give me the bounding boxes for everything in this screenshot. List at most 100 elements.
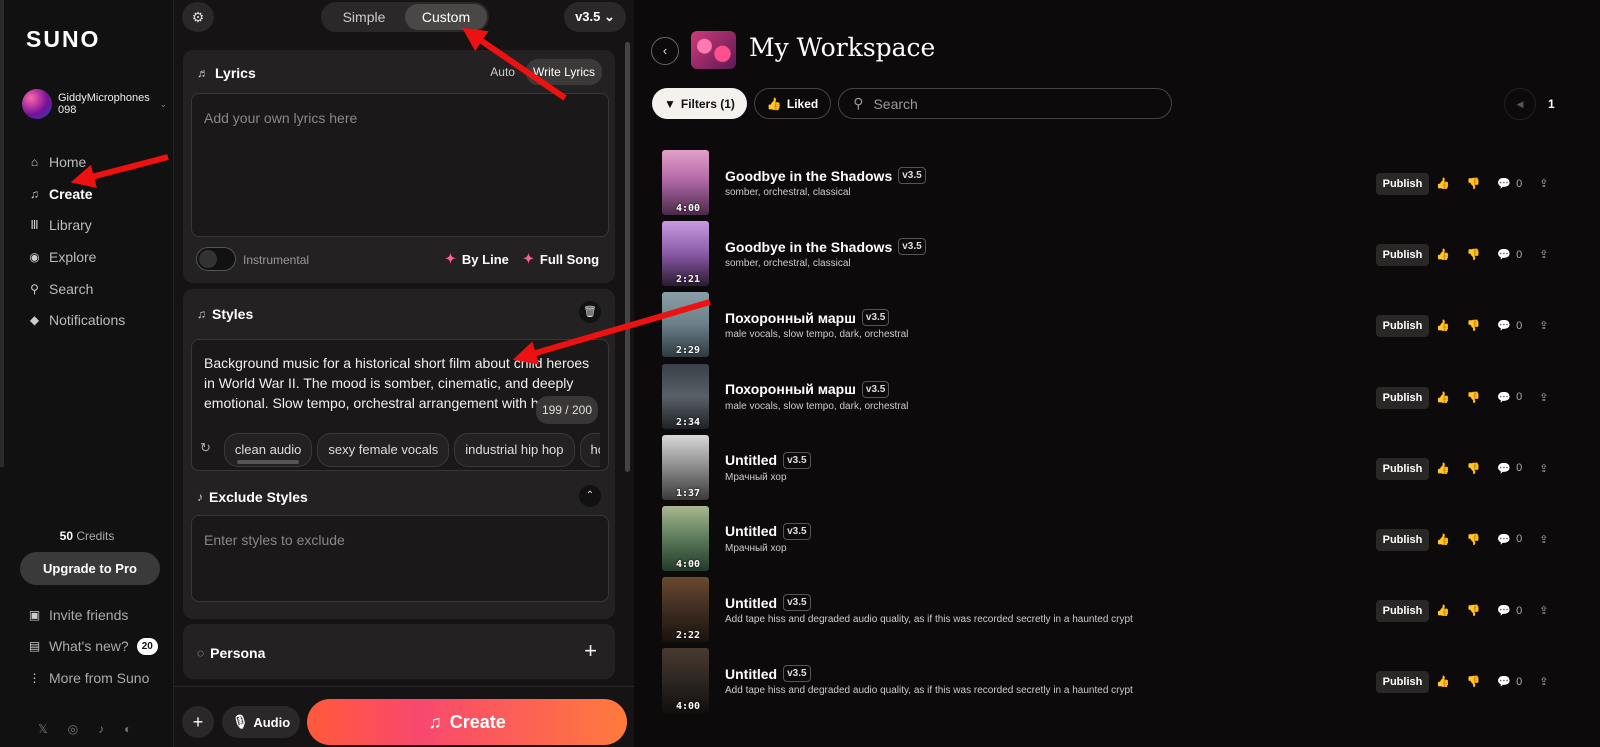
song-cover[interactable]: 4:00 xyxy=(662,150,709,215)
share-icon[interactable]: ⇪ xyxy=(1539,248,1548,261)
song-title[interactable]: Untitled xyxy=(725,523,777,539)
exclude-styles-input[interactable]: Enter styles to exclude xyxy=(191,515,609,602)
song-cover[interactable]: 2:29 xyxy=(662,292,709,358)
thumbs-down-icon[interactable]: 👎 xyxy=(1467,675,1481,688)
thumbs-down-icon[interactable]: 👎 xyxy=(1467,462,1481,475)
thumbs-up-icon[interactable]: 👍 xyxy=(1436,391,1450,404)
instagram-icon[interactable]: ◎ xyxy=(68,722,78,736)
audio-button[interactable]: 🎙 Audio xyxy=(222,706,300,738)
tiktok-icon[interactable]: ♪ xyxy=(98,722,104,736)
publish-button[interactable]: Publish xyxy=(1376,244,1429,267)
publish-button[interactable]: Publish xyxy=(1376,386,1429,409)
comment-icon[interactable]: 💬 xyxy=(1497,391,1511,404)
song-row[interactable]: 2:22 Untitled v3.5 Add tape hiss and degrad… xyxy=(662,577,1600,648)
song-tags[interactable]: somber, orchestral, classical xyxy=(725,187,851,198)
song-cover[interactable]: 4:00 xyxy=(662,648,709,714)
thumbs-up-icon[interactable]: 👍 xyxy=(1436,604,1450,617)
song-cover[interactable]: 2:34 xyxy=(662,363,709,429)
collapse-exclude-button[interactable]: ⌃ xyxy=(579,485,601,507)
tab-auto[interactable]: Auto xyxy=(483,59,522,85)
song-title[interactable]: Untitled xyxy=(725,595,777,611)
thumbs-down-icon[interactable]: 👎 xyxy=(1467,248,1481,261)
comment-icon[interactable]: 💬 xyxy=(1497,462,1511,475)
comment-icon[interactable]: 💬 xyxy=(1497,533,1511,546)
back-button[interactable]: ‹ xyxy=(651,37,679,65)
song-title[interactable]: Goodbye in the Shadows xyxy=(725,168,892,184)
publish-button[interactable]: Publish xyxy=(1376,671,1429,694)
publish-button[interactable]: Publish xyxy=(1376,528,1429,551)
refresh-icon[interactable]: ↻ xyxy=(200,433,219,467)
nav-explore[interactable]: ◉ Explore xyxy=(28,241,125,273)
style-chip[interactable]: industrial hip hop xyxy=(454,433,575,467)
thumbs-down-icon[interactable]: 👎 xyxy=(1467,533,1481,546)
song-cover[interactable]: 4:00 xyxy=(662,505,709,571)
song-row[interactable]: 2:29 Похоронный марш v3.5 male vocals, slow… xyxy=(662,292,1600,363)
comment-icon[interactable]: 💬 xyxy=(1497,675,1511,688)
song-row[interactable]: 4:00 Untitled v3.5 Add tape hiss and degrad… xyxy=(662,648,1600,719)
upgrade-button[interactable]: Upgrade to Pro xyxy=(20,552,160,585)
song-row[interactable]: 4:00 Untitled v3.5 Мрачный хор Publish 👍 👎 💬 0 ⇪ xyxy=(662,505,1600,577)
add-button[interactable]: + xyxy=(182,706,214,738)
thumbs-up-icon[interactable]: 👍 xyxy=(1436,533,1450,546)
workspace-search-input[interactable]: ⚲ Search xyxy=(838,88,1173,119)
thumbs-down-icon[interactable]: 👎 xyxy=(1467,391,1481,404)
publish-button[interactable]: Publish xyxy=(1376,600,1429,623)
instrumental-toggle[interactable] xyxy=(196,247,236,271)
filters-button[interactable]: ▼ Filters (1) xyxy=(652,88,747,119)
nav-home[interactable]: ⌂ Home xyxy=(28,146,125,178)
thumbs-up-icon[interactable]: 👍 xyxy=(1436,462,1450,475)
mode-custom[interactable]: Custom xyxy=(405,4,487,30)
thumbs-down-icon[interactable]: 👎 xyxy=(1467,319,1481,332)
create-panel-scrollbar[interactable] xyxy=(625,42,630,472)
tab-write-lyrics[interactable]: Write Lyrics xyxy=(525,59,602,85)
share-icon[interactable]: ⇪ xyxy=(1539,319,1548,332)
song-tags[interactable]: Мрачный хор xyxy=(725,472,787,483)
song-title[interactable]: Похоронный марш xyxy=(725,381,856,397)
persona-card[interactable]: ◌ Persona + xyxy=(183,624,615,679)
nav-create[interactable]: ♫ Create xyxy=(28,178,125,210)
comment-icon[interactable]: 💬 xyxy=(1497,319,1511,332)
share-icon[interactable]: ⇪ xyxy=(1539,391,1548,404)
comment-icon[interactable]: 💬 xyxy=(1497,177,1511,190)
clear-styles-button[interactable]: 🗑 xyxy=(579,301,601,323)
add-persona-icon[interactable]: + xyxy=(584,638,597,664)
more-from-suno-link[interactable]: ⋮ More from Suno xyxy=(28,662,158,694)
sidebar-scroll-track[interactable] xyxy=(0,0,4,467)
song-title[interactable]: Untitled xyxy=(725,452,777,468)
song-tags[interactable]: Add tape hiss and degraded audio quality… xyxy=(725,614,1133,625)
version-select[interactable]: v3.5 ⌄ xyxy=(564,2,626,32)
chips-scrollbar[interactable] xyxy=(237,460,299,464)
song-title[interactable]: Похоронный марш xyxy=(725,310,856,326)
thumbs-up-icon[interactable]: 👍 xyxy=(1436,248,1450,261)
user-menu[interactable]: GiddyMicrophones098 ⌄ xyxy=(22,89,167,119)
nav-search[interactable]: ⚲ Search xyxy=(28,273,125,305)
previous-page-button[interactable]: ◀ xyxy=(1504,88,1536,120)
style-chip[interactable]: sexy female vocals xyxy=(317,433,450,467)
song-row[interactable]: 4:00 Goodbye in the Shadows v3.5 somber, or… xyxy=(662,150,1600,221)
song-cover[interactable]: 1:37 xyxy=(662,434,709,500)
by-line-button[interactable]: ✦ By Line xyxy=(445,251,509,267)
song-tags[interactable]: male vocals, slow tempo, dark, orchestra… xyxy=(725,329,908,340)
share-icon[interactable]: ⇪ xyxy=(1539,533,1548,546)
song-row[interactable]: 2:34 Похоронный марш v3.5 male vocals, slow… xyxy=(662,363,1600,435)
suno-logo[interactable]: SUNO xyxy=(26,26,100,53)
song-title[interactable]: Untitled xyxy=(725,666,777,682)
song-tags[interactable]: male vocals, slow tempo, dark, orchestra… xyxy=(725,401,908,412)
share-icon[interactable]: ⇪ xyxy=(1539,177,1548,190)
comment-icon[interactable]: 💬 xyxy=(1497,604,1511,617)
thumbs-up-icon[interactable]: 👍 xyxy=(1436,177,1450,190)
comment-icon[interactable]: 💬 xyxy=(1497,248,1511,261)
full-song-button[interactable]: ✦ Full Song xyxy=(523,251,599,267)
styles-input[interactable]: Background music for a historical short … xyxy=(191,339,609,471)
song-tags[interactable]: Add tape hiss and degraded audio quality… xyxy=(725,685,1133,696)
song-tags[interactable]: somber, orchestral, classical xyxy=(725,258,851,269)
thumbs-up-icon[interactable]: 👍 xyxy=(1436,319,1450,332)
style-chip[interactable]: house xyxy=(579,433,600,467)
x-icon[interactable]: 𝕏 xyxy=(38,722,48,736)
share-icon[interactable]: ⇪ xyxy=(1539,462,1548,475)
share-icon[interactable]: ⇪ xyxy=(1539,675,1548,688)
song-tags[interactable]: Мрачный хор xyxy=(725,543,787,554)
settings-button[interactable]: ⚙ xyxy=(182,2,214,32)
song-row[interactable]: 2:21 Goodbye in the Shadows v3.5 somber, or… xyxy=(662,221,1600,292)
thumbs-down-icon[interactable]: 👎 xyxy=(1467,604,1481,617)
